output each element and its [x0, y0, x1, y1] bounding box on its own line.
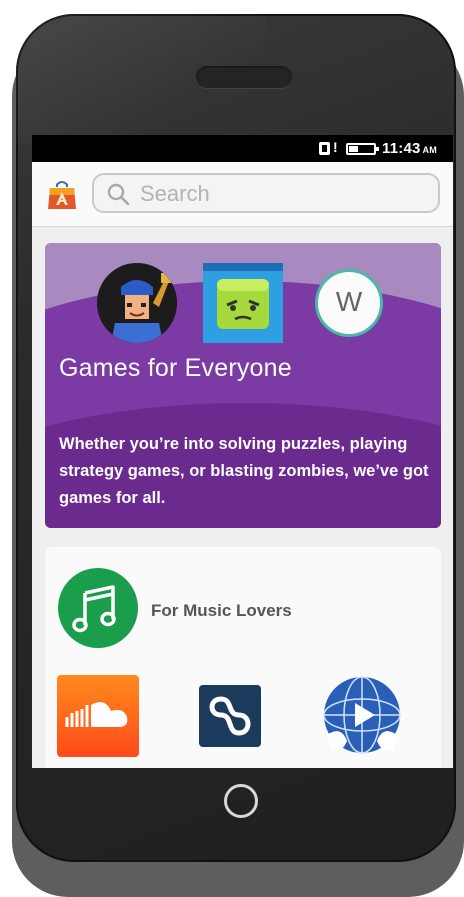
sim-icon — [319, 142, 330, 155]
phone-screen: ! 11:43 AM Search W Games for Everyone W… — [32, 135, 453, 768]
games-for-everyone-card[interactable]: W Games for Everyone Whether you’re into… — [45, 243, 441, 528]
promo-title: Games for Everyone — [59, 354, 292, 382]
soundcloud-icon[interactable] — [57, 675, 139, 757]
music-section-label: For Music Lovers — [151, 601, 292, 620]
search-box[interactable] — [92, 173, 440, 213]
w-app-icon[interactable]: W — [315, 269, 383, 337]
status-time: 11:43 AM — [382, 140, 437, 157]
marketplace-logo-icon[interactable] — [46, 178, 78, 210]
jelly-game-icon[interactable] — [203, 263, 283, 343]
home-button[interactable] — [224, 784, 258, 818]
music-note-icon[interactable] — [57, 567, 139, 649]
promo-description: Whether you’re into solving puzzles, pla… — [59, 435, 429, 507]
w-app-letter: W — [335, 286, 363, 317]
marketplace-header — [32, 162, 453, 227]
status-bar: ! 11:43 AM — [32, 135, 453, 162]
speaker-grille — [196, 66, 292, 88]
search-icon — [107, 183, 130, 206]
alert-icon: ! — [333, 139, 338, 155]
search-input[interactable] — [138, 179, 432, 209]
battery-icon — [346, 143, 379, 155]
eight-tracks-icon[interactable] — [199, 685, 261, 747]
wreck-it-ralph-icon[interactable] — [97, 263, 177, 343]
music-lovers-card[interactable]: For Music Lovers — [45, 547, 441, 768]
globe-music-icon[interactable] — [321, 675, 403, 757]
